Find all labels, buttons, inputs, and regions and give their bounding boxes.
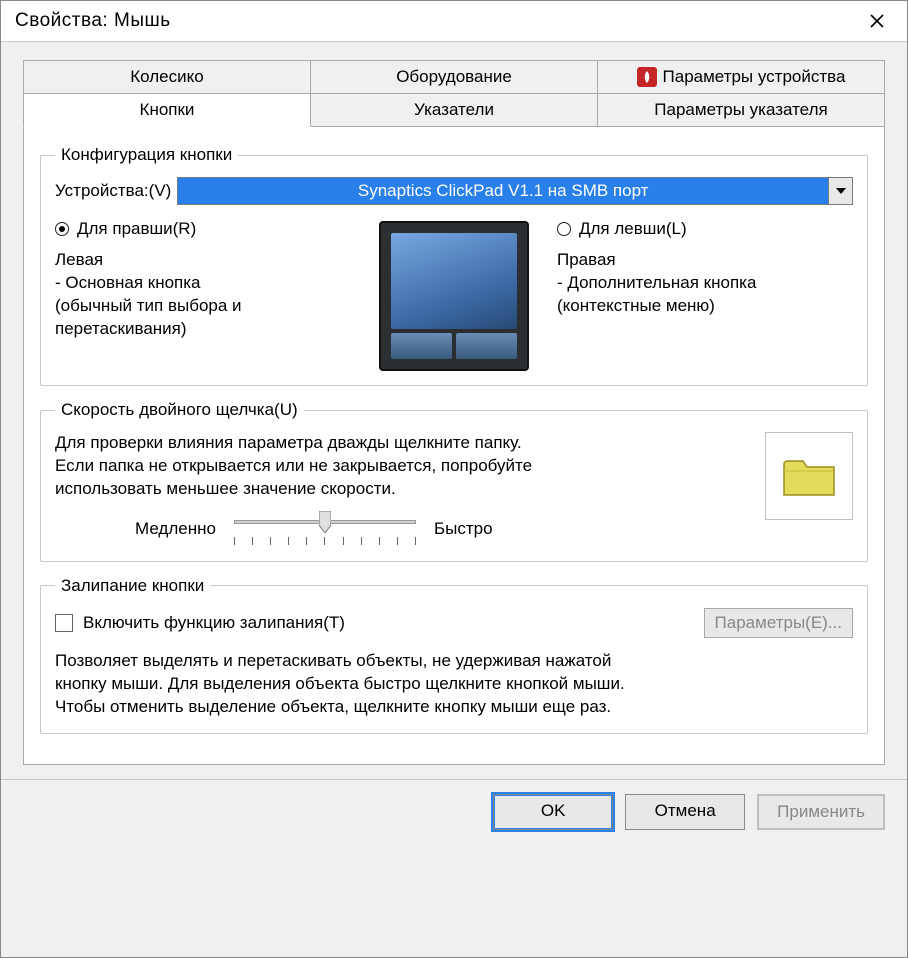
click-lock-desc: Позволяет выделять и перетаскивать объек… xyxy=(55,650,853,719)
cancel-button[interactable]: Отмена xyxy=(625,794,745,830)
apply-button: Применить xyxy=(757,794,885,830)
tab-pointers[interactable]: Указатели xyxy=(311,93,598,127)
tab-row-bottom: Кнопки Указатели Параметры указателя xyxy=(23,93,885,127)
double-click-desc: Для проверки влияния параметра дважды ще… xyxy=(55,432,751,501)
slider-thumb-icon xyxy=(319,511,331,533)
click-lock-legend: Залипание кнопки xyxy=(55,576,210,596)
click-lock-checkbox[interactable]: Включить функцию залипания(T) xyxy=(55,613,345,633)
double-click-slider[interactable] xyxy=(230,511,420,547)
left-handed-desc: Правая - Дополнительная кнопка (контекст… xyxy=(557,249,853,318)
button-config-legend: Конфигурация кнопки xyxy=(55,145,238,165)
click-lock-params-button: Параметры(E)... xyxy=(704,608,853,638)
tab-panel: Конфигурация кнопки Устройства:(V) Synap… xyxy=(23,127,885,765)
tab-wheel[interactable]: Колесико xyxy=(23,60,311,93)
close-icon xyxy=(869,13,885,29)
device-combo[interactable]: Synaptics ClickPad V1.1 на SMB порт xyxy=(177,177,853,205)
dialog-buttons: OK Отмена Применить xyxy=(1,779,907,848)
window-title: Свойства: Мышь xyxy=(15,10,171,32)
click-lock-group: Залипание кнопки Включить функцию залипа… xyxy=(40,576,868,734)
close-button[interactable] xyxy=(857,7,897,35)
tab-pointer-options[interactable]: Параметры указателя xyxy=(598,93,885,127)
radio-icon xyxy=(55,222,69,236)
device-combo-value: Synaptics ClickPad V1.1 на SMB порт xyxy=(178,178,828,204)
double-click-group: Скорость двойного щелчка(U) Для проверки… xyxy=(40,400,868,562)
radio-right-handed[interactable]: Для правши(R) xyxy=(55,219,351,239)
chevron-down-icon xyxy=(836,188,846,194)
right-handed-desc: Левая - Основная кнопка (обычный тип выб… xyxy=(55,249,351,341)
device-label: Устройства:(V) xyxy=(55,181,171,201)
device-combo-button[interactable] xyxy=(828,178,852,204)
radio-icon xyxy=(557,222,571,236)
tab-hardware[interactable]: Оборудование xyxy=(311,60,598,93)
double-click-legend: Скорость двойного щелчка(U) xyxy=(55,400,304,420)
tab-device-settings[interactable]: Параметры устройства xyxy=(598,60,885,93)
radio-left-handed[interactable]: Для левши(L) xyxy=(557,219,853,239)
title-bar: Свойства: Мышь xyxy=(1,1,907,42)
folder-icon xyxy=(781,453,837,499)
synaptics-icon xyxy=(637,67,657,87)
tab-row-top: Колесико Оборудование Параметры устройст… xyxy=(23,60,885,93)
tab-buttons[interactable]: Кнопки xyxy=(23,93,311,127)
checkbox-icon xyxy=(55,614,73,632)
double-click-test-folder[interactable] xyxy=(765,432,853,520)
ok-button[interactable]: OK xyxy=(493,794,613,830)
touchpad-preview xyxy=(379,221,529,371)
button-config-group: Конфигурация кнопки Устройства:(V) Synap… xyxy=(40,145,868,386)
fast-label: Быстро xyxy=(434,519,493,539)
slow-label: Медленно xyxy=(135,519,216,539)
